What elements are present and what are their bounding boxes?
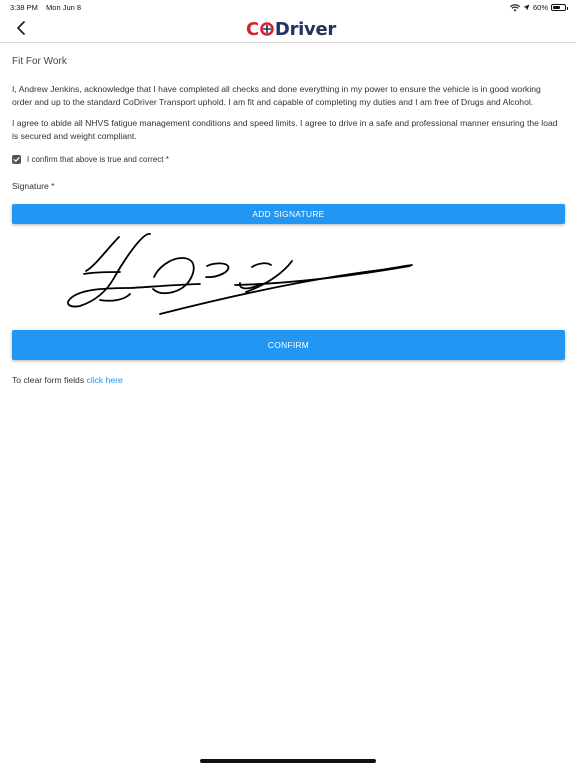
wifi-icon <box>510 3 520 11</box>
clear-form-link[interactable]: click here <box>87 375 123 385</box>
clear-form-text: To clear form fields <box>12 375 85 385</box>
confirm-label: I confirm that above is true and correct… <box>27 155 169 164</box>
battery-fill <box>553 6 560 9</box>
status-date: Mon Jun 8 <box>46 3 82 12</box>
agreement-text: I agree to abide all NHVS fatigue manage… <box>12 118 558 141</box>
location-arrow-icon <box>523 4 530 11</box>
confirm-button[interactable]: CONFIRM <box>12 330 565 360</box>
back-button[interactable] <box>12 18 32 38</box>
status-left: 3:38 PM Mon Jun 8 <box>10 3 81 12</box>
chevron-left-icon <box>17 21 25 35</box>
signature-image <box>67 233 413 315</box>
nav-bar: C Driver <box>0 14 576 43</box>
logo-text: Driver <box>274 18 336 40</box>
logo-letter-c: C <box>246 18 259 40</box>
status-time: 3:38 PM <box>10 3 38 12</box>
status-right: 60% <box>510 3 568 12</box>
signature-label: Signature * <box>12 181 55 191</box>
confirm-checkbox-row[interactable]: I confirm that above is true and correct… <box>12 155 169 164</box>
home-indicator <box>200 759 376 763</box>
acknowledgement-text: I, Andrew Jenkins, acknowledge that I ha… <box>12 84 541 107</box>
status-bar: 3:38 PM Mon Jun 8 60% <box>0 0 576 14</box>
battery-icon <box>551 4 568 11</box>
battery-percentage: 60% <box>532 3 548 12</box>
clear-form-row: To clear form fields click here <box>12 375 123 385</box>
codriver-logo: C Driver <box>246 18 336 40</box>
checkmark-icon <box>13 157 20 162</box>
logo-wheel-icon <box>260 22 274 36</box>
page-title: Fit For Work <box>12 56 67 67</box>
confirm-checkbox[interactable] <box>12 155 21 164</box>
add-signature-button[interactable]: ADD SIGNATURE <box>12 204 565 224</box>
